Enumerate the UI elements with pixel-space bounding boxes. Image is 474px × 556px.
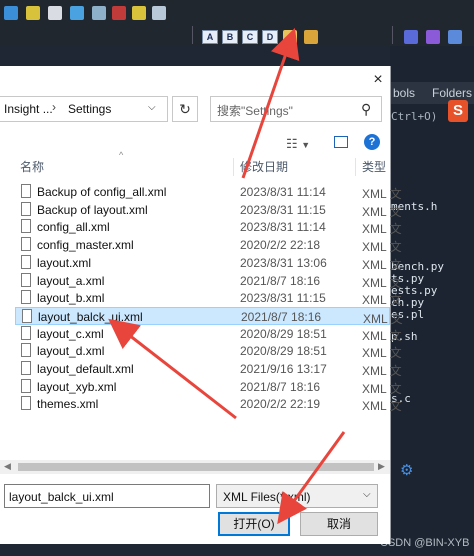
annotation-arrows bbox=[108, 27, 346, 525]
annotation-arrow-open-button bbox=[277, 431, 346, 525]
annotation-arrow-toolbar bbox=[241, 27, 300, 179]
annotation-arrow-selected-file bbox=[108, 318, 237, 420]
